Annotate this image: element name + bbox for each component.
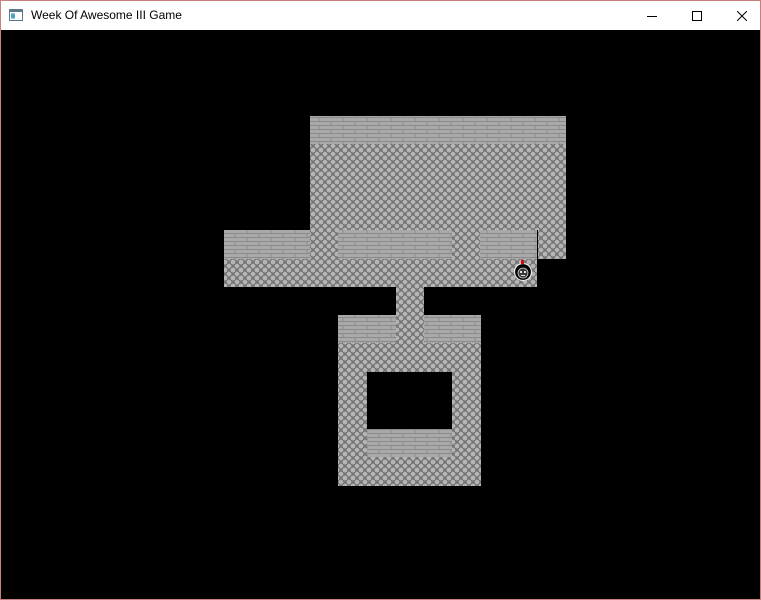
game-window: Week Of Awesome III Game [0,0,761,600]
maximize-button[interactable] [674,1,719,30]
game-viewport[interactable] [1,30,760,599]
window-title: Week Of Awesome III Game [31,8,182,22]
minimize-button[interactable] [629,1,674,30]
minimize-icon [646,15,657,17]
connector-passage [396,287,424,345]
close-button[interactable] [719,1,760,30]
maximize-icon [691,10,702,21]
title-bar[interactable]: Week Of Awesome III Game [1,1,760,30]
middle-corridor [224,230,537,287]
dungeon-map [224,116,566,486]
close-icon [736,10,747,21]
app-window-icon [9,9,23,21]
